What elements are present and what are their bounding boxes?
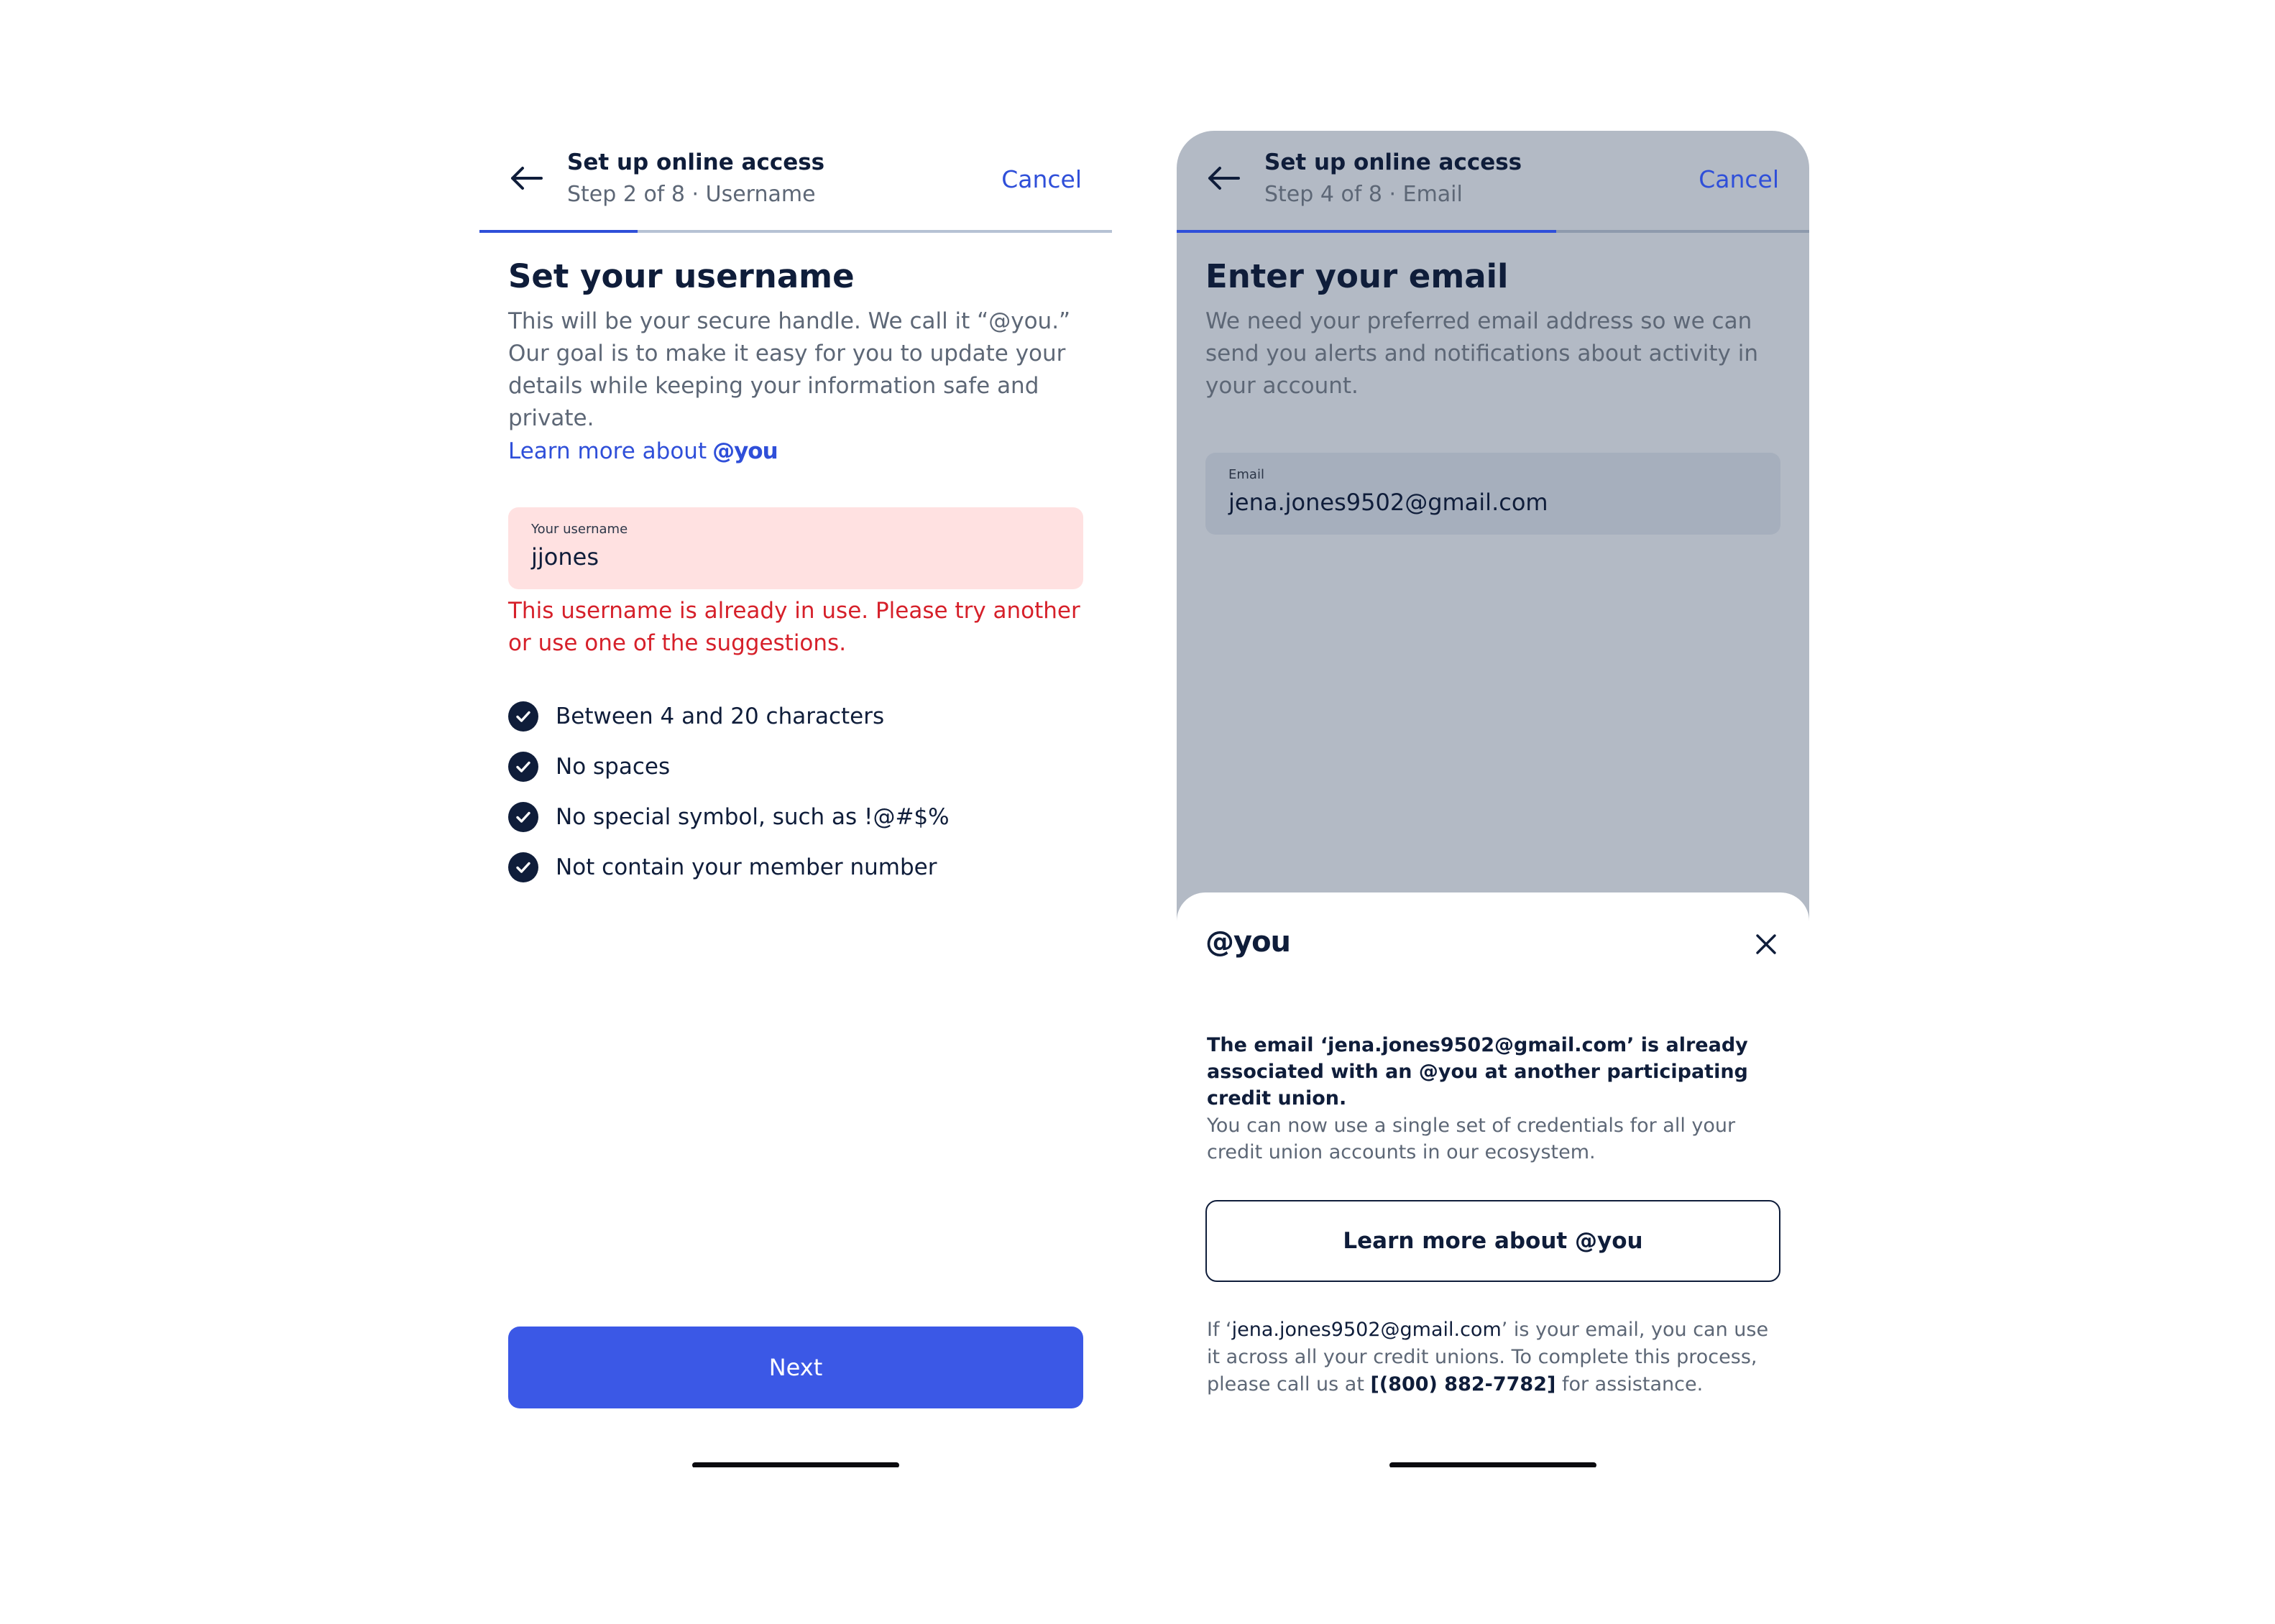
- rule-label: No special symbol, such as !@#$%: [556, 804, 950, 830]
- progress-bar: [1177, 230, 1809, 233]
- cancel-button[interactable]: Cancel: [1699, 165, 1779, 193]
- sheet-message: The email ‘jena.jones9502@gmail.com’ is …: [1207, 1034, 1748, 1109]
- header-step: Step 2 of 8 · Username: [567, 182, 816, 207]
- back-button[interactable]: [508, 164, 544, 193]
- at-you-bottom-sheet: @you The email ‘jena.jones9502@gmail.com…: [1177, 892, 1809, 1467]
- rule-item: No spaces: [508, 742, 950, 792]
- page-title: Enter your email: [1205, 257, 1509, 295]
- page-description: We need your preferred email address so …: [1205, 308, 1758, 399]
- username-field-label: Your username: [531, 522, 628, 537]
- next-button[interactable]: Next: [508, 1327, 1083, 1408]
- sheet-subtext: You can now use a single set of credenti…: [1207, 1115, 1736, 1163]
- rule-label: Not contain your member number: [556, 854, 937, 880]
- header-title: Set up online access: [1264, 149, 1522, 175]
- phone-number[interactable]: [(800) 882-7782]: [1371, 1373, 1556, 1395]
- arrow-left-icon: [1208, 167, 1240, 190]
- learn-more-link[interactable]: Learn more about @you: [508, 438, 778, 464]
- username-screen: Set up online access Step 2 of 8 · Usern…: [479, 131, 1112, 1467]
- close-icon: [1756, 934, 1776, 954]
- page-title: Set your username: [508, 257, 855, 295]
- check-circle-icon: [508, 802, 538, 832]
- progress-bar: [479, 230, 1112, 233]
- error-message: This username is already in use. Please …: [508, 598, 1080, 656]
- progress-fill: [479, 230, 638, 233]
- email-input[interactable]: jena.jones9502@gmail.com: [1228, 489, 1548, 516]
- home-indicator: [692, 1462, 899, 1467]
- email-screen: Set up online access Step 4 of 8 · Email…: [1177, 131, 1809, 1467]
- header: Set up online access Step 4 of 8 · Email…: [1177, 131, 1809, 233]
- username-field[interactable]: Your username jjones: [508, 507, 1083, 589]
- learn-more-button[interactable]: Learn more about @you: [1205, 1200, 1780, 1282]
- footer-email: jena.jones9502@gmail.com: [1231, 1319, 1502, 1341]
- progress-fill: [1177, 230, 1556, 233]
- username-rules: Between 4 and 20 characters No spaces No…: [508, 691, 950, 892]
- rule-item: Not contain your member number: [508, 842, 950, 892]
- cancel-button[interactable]: Cancel: [1001, 165, 1082, 193]
- sheet-footer: If ‘jena.jones9502@gmail.com’ is your em…: [1207, 1316, 1782, 1398]
- check-circle-icon: [508, 701, 538, 732]
- footer-prefix: If ‘: [1207, 1319, 1232, 1341]
- arrow-left-icon: [511, 167, 543, 190]
- home-indicator: [1389, 1462, 1596, 1467]
- header-step: Step 4 of 8 · Email: [1264, 182, 1463, 207]
- header-title: Set up online access: [567, 149, 825, 175]
- at-you-logo: @you: [712, 438, 778, 464]
- close-button[interactable]: [1753, 931, 1779, 957]
- email-field[interactable]: Email jena.jones9502@gmail.com: [1205, 453, 1780, 535]
- footer-suffix: for assistance.: [1555, 1373, 1704, 1395]
- page-description: This will be your secure handle. We call…: [508, 308, 1071, 431]
- check-circle-icon: [508, 852, 538, 882]
- back-button[interactable]: [1205, 164, 1241, 193]
- rule-label: No spaces: [556, 754, 671, 780]
- rule-item: Between 4 and 20 characters: [508, 691, 950, 742]
- check-circle-icon: [508, 752, 538, 782]
- username-input[interactable]: jjones: [531, 543, 599, 571]
- rule-item: No special symbol, such as !@#$%: [508, 792, 950, 842]
- email-field-label: Email: [1228, 467, 1264, 482]
- at-you-logo: @you: [1205, 926, 1291, 959]
- header: Set up online access Step 2 of 8 · Usern…: [479, 131, 1112, 233]
- learn-more-text: Learn more about: [508, 438, 707, 464]
- rule-label: Between 4 and 20 characters: [556, 703, 885, 729]
